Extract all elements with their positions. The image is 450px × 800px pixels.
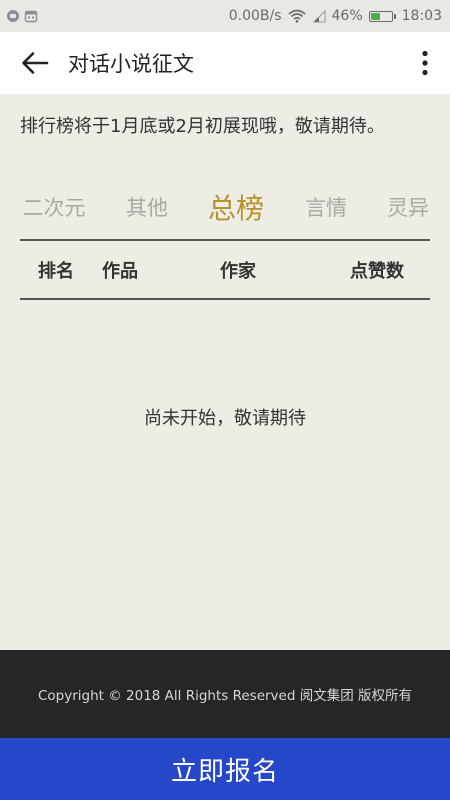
back-button[interactable] xyxy=(0,32,70,94)
empty-state-message: 尚未开始，敬请期待 xyxy=(144,408,306,429)
tab-supernatural[interactable]: 灵异 xyxy=(385,184,431,230)
battery-body xyxy=(368,10,393,22)
column-author: 作家 xyxy=(220,260,256,282)
more-vertical-icon xyxy=(422,50,428,76)
tab-overall[interactable]: 总榜 xyxy=(206,184,266,230)
ranking-notice: 排行榜将于1月底或2月初展现哦，敬请期待。 xyxy=(20,116,385,137)
signal-icon xyxy=(312,9,326,23)
calendar-notification-icon xyxy=(24,9,38,23)
arrow-left-icon xyxy=(22,52,49,74)
network-speed: 0.00B/s xyxy=(228,8,282,24)
battery-fill xyxy=(370,12,380,20)
signup-button[interactable]: 立即报名 xyxy=(0,738,450,800)
column-rank: 排名 xyxy=(38,260,74,282)
column-likes: 点赞数 xyxy=(350,260,404,282)
tab-erciyuan[interactable]: 二次元 xyxy=(20,184,88,230)
status-right: 0.00B/s 46% 18:03 xyxy=(229,8,442,24)
status-left xyxy=(6,9,38,23)
battery-percent: 46% xyxy=(331,8,363,24)
status-bar: 0.00B/s 46% 18:03 xyxy=(0,0,450,32)
footer: Copyright © 2018 All Rights Reserved 阅文集… xyxy=(0,650,450,738)
battery-cap xyxy=(393,13,396,19)
copyright-text: Copyright © 2018 All Rights Reserved 阅文集… xyxy=(37,688,412,704)
app-bar: 对话小说征文 xyxy=(0,32,450,94)
wifi-icon xyxy=(287,9,306,23)
column-work: 作品 xyxy=(102,260,138,282)
status-time: 18:03 xyxy=(401,8,442,24)
tab-other[interactable]: 其他 xyxy=(124,184,170,230)
tab-romance[interactable]: 言情 xyxy=(303,184,349,230)
battery-icon xyxy=(368,10,396,22)
category-tabs: 二次元 其他 总榜 言情 灵异 xyxy=(0,184,450,230)
ranking-table-header: 排名 作品 作家 点赞数 xyxy=(20,239,430,300)
more-options-button[interactable] xyxy=(400,32,450,94)
app-notification-icon xyxy=(6,9,20,23)
content-area: 排行榜将于1月底或2月初展现哦，敬请期待。 二次元 其他 总榜 言情 灵异 排名… xyxy=(0,94,450,650)
page-title: 对话小说征文 xyxy=(68,52,194,76)
